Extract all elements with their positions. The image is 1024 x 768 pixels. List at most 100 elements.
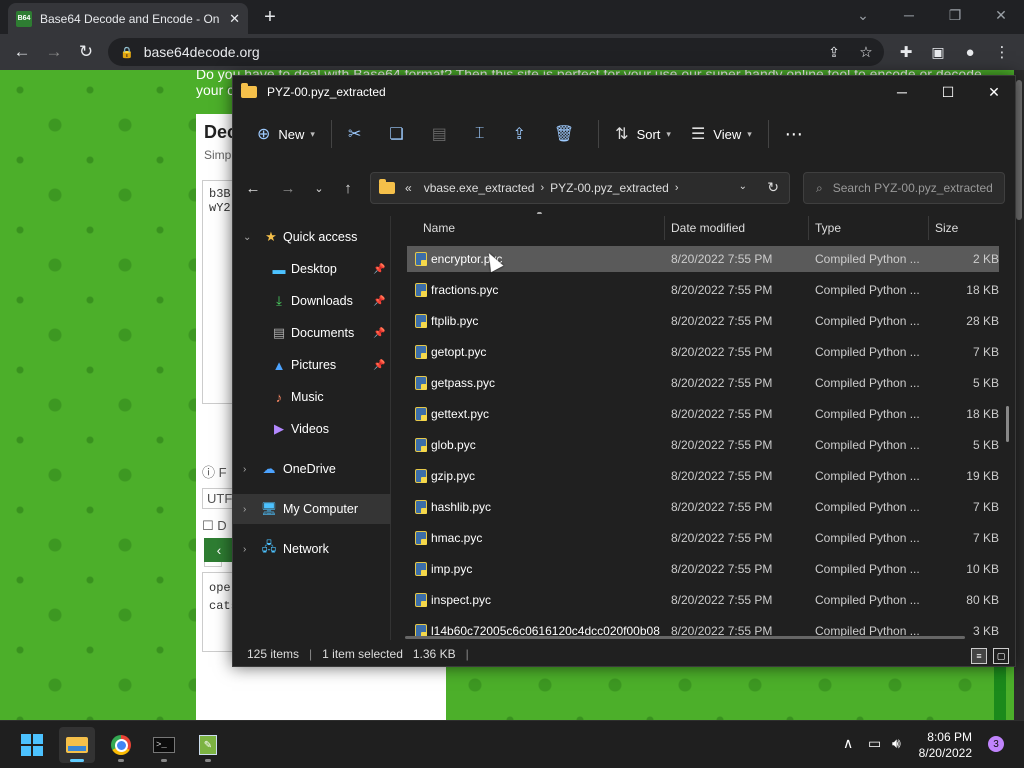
- nav-item-my-computer[interactable]: › 🖥 My Computer: [233, 494, 391, 524]
- view-button[interactable]: ☰ View ▾: [681, 116, 762, 152]
- notification-badge[interactable]: 3: [988, 736, 1004, 752]
- column-header-name[interactable]: Name: [423, 212, 455, 244]
- bookmark-star-icon[interactable]: ☆: [854, 40, 878, 64]
- breadcrumb-item[interactable]: PYZ-00.pyz_extracted: [550, 181, 669, 195]
- column-separator[interactable]: [928, 216, 929, 240]
- minimize-button[interactable]: ─: [879, 76, 925, 108]
- cut-button[interactable]: ✂: [338, 116, 379, 152]
- taskbar-chrome[interactable]: [103, 727, 139, 763]
- details-view-icon[interactable]: ≡: [971, 648, 987, 664]
- up-icon[interactable]: ↑: [336, 176, 360, 200]
- pin-icon[interactable]: 📌: [373, 296, 385, 307]
- file-row[interactable]: getpass.pyc 8/20/2022 7:55 PM Compiled Pyt…: [407, 370, 999, 396]
- lock-icon: 🔒: [120, 46, 134, 59]
- browser-restore-button[interactable]: ❐: [932, 0, 978, 30]
- menu-kebab-icon[interactable]: ⋮: [990, 40, 1014, 64]
- file-size: 7 KB: [972, 345, 999, 359]
- decode-button[interactable]: ‹: [204, 538, 234, 562]
- chevron-right-icon[interactable]: ›: [675, 182, 679, 194]
- browser-minimize-button[interactable]: ─: [886, 0, 932, 30]
- share-icon[interactable]: ⇪: [822, 40, 846, 64]
- file-row[interactable]: hashlib.pyc 8/20/2022 7:55 PM Compiled Pyt…: [407, 494, 999, 520]
- sort-button[interactable]: ⇅ Sort ▾: [605, 116, 681, 152]
- start-button[interactable]: [14, 727, 50, 763]
- browser-close-button[interactable]: ✕: [978, 0, 1024, 30]
- maximize-button[interactable]: ☐: [925, 76, 971, 108]
- column-header-type[interactable]: Type: [815, 212, 841, 244]
- close-button[interactable]: ✕: [971, 76, 1017, 108]
- path-bar[interactable]: « vbase.exe_extracted › PYZ-00.pyz_extra…: [370, 172, 790, 204]
- delete-button[interactable]: 🗑: [544, 116, 592, 152]
- column-separator[interactable]: [808, 216, 809, 240]
- pin-icon[interactable]: 📌: [373, 360, 385, 371]
- profile-icon[interactable]: ●: [958, 40, 982, 64]
- taskbar-file-explorer[interactable]: [59, 727, 95, 763]
- file-row[interactable]: gzip.pyc 8/20/2022 7:55 PM Compiled Python…: [407, 463, 999, 489]
- file-date: 8/20/2022 7:55 PM: [671, 283, 773, 297]
- side-panel-icon[interactable]: ▣: [926, 40, 950, 64]
- chevron-right-icon[interactable]: ›: [243, 464, 246, 475]
- file-size: 5 KB: [972, 438, 999, 452]
- back-icon[interactable]: ←: [241, 176, 265, 200]
- breadcrumb-item[interactable]: vbase.exe_extracted: [424, 181, 535, 195]
- file-list-horizontal-scrollbar[interactable]: [405, 636, 965, 639]
- network-status-icon[interactable]: ▭: [868, 735, 881, 752]
- nav-item-onedrive[interactable]: › ☁ OneDrive: [233, 454, 391, 484]
- volume-icon[interactable]: 🔊︎: [892, 735, 901, 752]
- file-list-scrollbar[interactable]: [1006, 406, 1009, 442]
- chevron-down-icon[interactable]: ⌄: [243, 232, 251, 243]
- nav-item-quick-access[interactable]: ⌄ ★ Quick access: [233, 222, 391, 252]
- pin-icon[interactable]: 📌: [373, 328, 385, 339]
- share-button[interactable]: ⇪: [502, 116, 543, 152]
- show-hidden-icons-icon[interactable]: ∧: [843, 735, 853, 752]
- tab-search-icon[interactable]: ⌄: [840, 0, 886, 30]
- file-row[interactable]: getopt.pyc 8/20/2022 7:55 PM Compiled Pyth…: [407, 339, 999, 365]
- chevron-right-icon[interactable]: ›: [243, 504, 246, 515]
- refresh-icon[interactable]: ↻: [767, 179, 779, 196]
- option-checkbox[interactable]: ☐ D: [202, 518, 227, 534]
- taskbar-terminal[interactable]: >_: [146, 727, 182, 763]
- browser-tab[interactable]: B64 Base64 Decode and Encode - On ✕: [8, 3, 248, 34]
- pin-icon[interactable]: 📌: [373, 264, 385, 275]
- new-button[interactable]: ⊕ New ▾: [247, 116, 325, 152]
- chevron-right-icon[interactable]: ›: [243, 544, 246, 555]
- rename-button[interactable]: ⌶: [465, 116, 503, 152]
- search-input[interactable]: ⌕ Search PYZ-00.pyz_extracted: [803, 172, 1005, 204]
- nav-item-desktop[interactable]: ▬ Desktop 📌: [233, 254, 391, 284]
- back-icon[interactable]: ←: [10, 40, 34, 64]
- breadcrumb-overflow[interactable]: «: [405, 181, 412, 195]
- extensions-icon[interactable]: ✚: [894, 40, 918, 64]
- file-row[interactable]: gettext.pyc 8/20/2022 7:55 PM Compiled Pyt…: [407, 401, 999, 427]
- taskbar-notepad[interactable]: ✎: [190, 727, 226, 763]
- nav-item-documents[interactable]: ▤ Documents 📌: [233, 318, 391, 348]
- file-row[interactable]: ftplib.pyc 8/20/2022 7:55 PM Compiled Pyth…: [407, 308, 999, 334]
- paste-button[interactable]: ▤: [422, 116, 465, 152]
- address-bar[interactable]: 🔒 base64decode.org: [108, 38, 884, 66]
- forward-icon[interactable]: →: [42, 40, 66, 64]
- tiles-view-icon[interactable]: ▢: [993, 648, 1009, 664]
- new-tab-button[interactable]: +: [258, 6, 282, 28]
- file-row[interactable]: inspect.pyc 8/20/2022 7:55 PM Compiled Pyt…: [407, 587, 999, 613]
- close-tab-icon[interactable]: ✕: [229, 11, 240, 27]
- column-header-date[interactable]: Date modified: [671, 212, 745, 244]
- file-row[interactable]: imp.pyc 8/20/2022 7:55 PM Compiled Python …: [407, 556, 999, 582]
- more-button[interactable]: ⋯: [775, 116, 813, 152]
- reload-icon[interactable]: ↻: [74, 40, 98, 64]
- path-history-dropdown-icon[interactable]: ⌄: [739, 181, 747, 192]
- column-header-size[interactable]: Size: [935, 212, 958, 244]
- nav-item-network[interactable]: › 🖧 Network: [233, 534, 391, 564]
- nav-item-music[interactable]: ♪ Music: [233, 382, 391, 412]
- nav-item-videos[interactable]: ▶ Videos: [233, 414, 391, 444]
- column-separator[interactable]: [664, 216, 665, 240]
- nav-item-pictures[interactable]: ▲ Pictures 📌: [233, 350, 391, 380]
- recent-locations-icon[interactable]: ⌄: [307, 176, 331, 200]
- file-row[interactable]: glob.pyc 8/20/2022 7:55 PM Compiled Python…: [407, 432, 999, 458]
- forward-icon[interactable]: →: [276, 176, 300, 200]
- nav-item-downloads[interactable]: ⤓ Downloads 📌: [233, 286, 391, 316]
- chevron-right-icon[interactable]: ›: [540, 182, 544, 194]
- file-row[interactable]: fractions.pyc 8/20/2022 7:55 PM Compiled P…: [407, 277, 999, 303]
- file-row[interactable]: hmac.pyc 8/20/2022 7:55 PM Compiled Python…: [407, 525, 999, 551]
- copy-button[interactable]: ❏: [379, 116, 421, 152]
- file-row[interactable]: l14b60c72005c6c0616120c4dcc020f00b08 8/20…: [407, 618, 999, 636]
- clock[interactable]: 8:06 PM 8/20/2022: [908, 729, 972, 761]
